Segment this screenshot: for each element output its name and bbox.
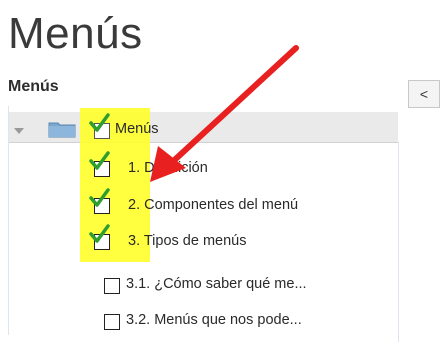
tree-item-label[interactable]: 3.2. Menús que nos pode...	[126, 312, 302, 328]
collapse-panel-button[interactable]: <	[408, 80, 440, 108]
item-3-1-checkbox[interactable]	[104, 278, 120, 294]
tree-panel	[8, 106, 399, 342]
green-check-icon	[89, 224, 110, 243]
tree-item-label[interactable]: 3. Tipos de menús	[128, 233, 247, 249]
tree-item-label[interactable]: 2. Componentes del menú	[128, 197, 298, 213]
panel-title: Menús	[8, 78, 59, 95]
tree-item-label[interactable]: 3.1. ¿Cómo saber qué me...	[126, 276, 307, 292]
green-check-icon	[89, 188, 110, 207]
triangle-down-icon[interactable]	[14, 128, 24, 134]
folder-icon	[48, 122, 76, 138]
item-3-2-checkbox[interactable]	[104, 314, 120, 330]
tree-item-label[interactable]: 1. Definición	[128, 160, 208, 176]
tree-root-label[interactable]: Menús	[115, 121, 159, 137]
green-check-icon	[89, 113, 110, 132]
tree-divider	[398, 142, 399, 342]
page-title: Menús	[8, 9, 143, 58]
green-check-icon	[89, 151, 110, 170]
